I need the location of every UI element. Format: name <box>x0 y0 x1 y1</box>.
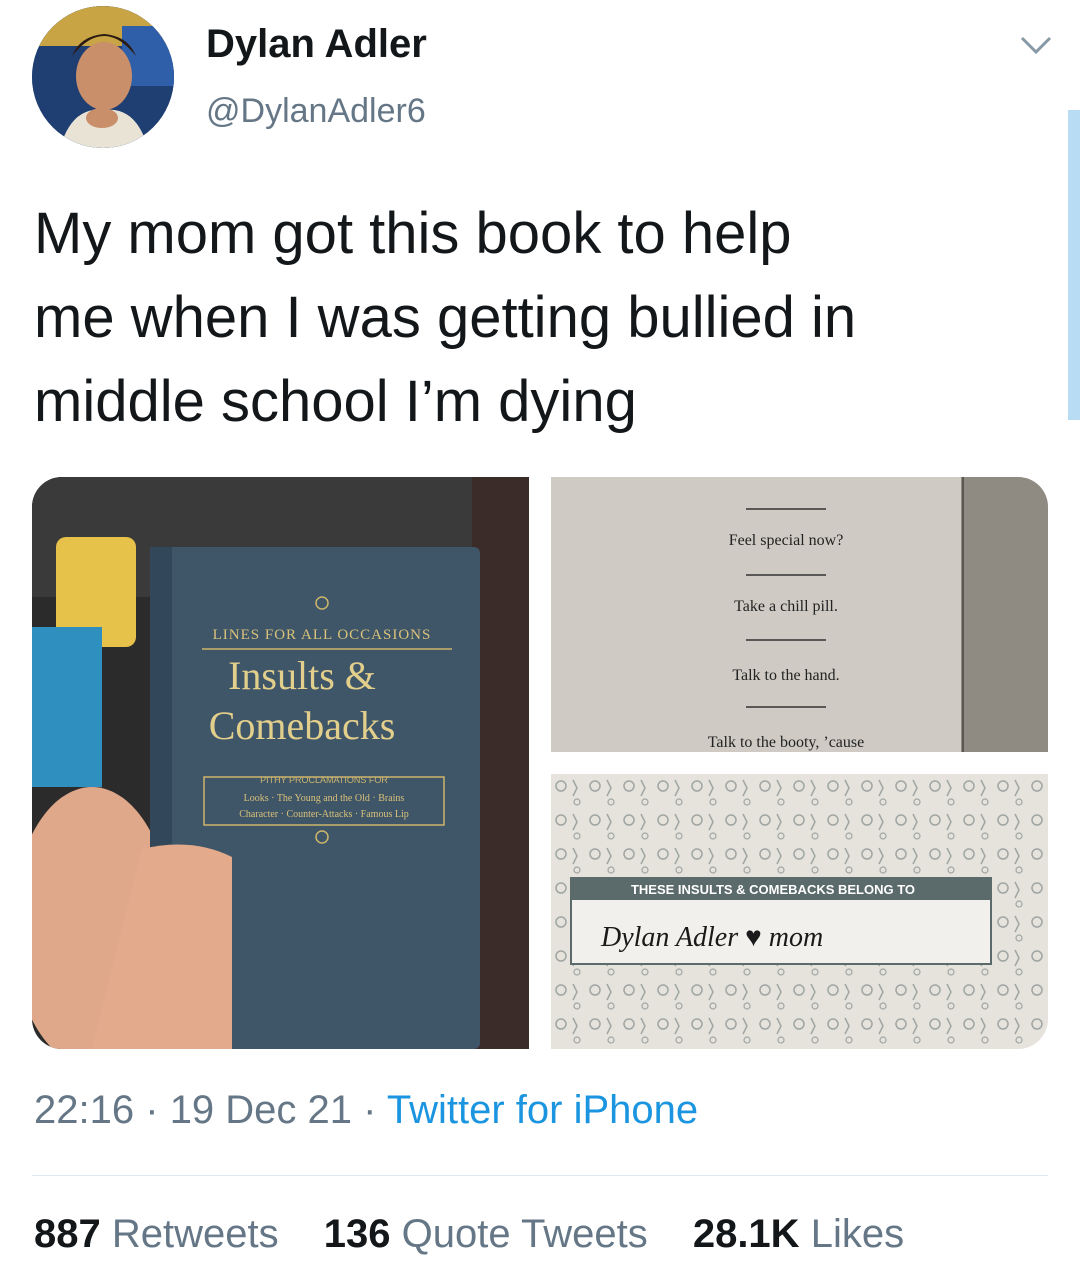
photo-bookplate[interactable]: THESE INSULTS & COMEBACKS BELONG TO Dyla… <box>551 774 1048 1049</box>
tweet-text: My mom got this book to help me when I w… <box>34 201 857 434</box>
book-subheading: PITHY PROCLAMATIONS FOR <box>260 775 388 785</box>
avatar[interactable] <box>32 6 174 148</box>
divider <box>32 1175 1048 1176</box>
photo-book-page[interactable]: Feel special now? Take a chill pill. Tal… <box>551 477 1048 752</box>
tweet-stats: 887 Retweets 136 Quote Tweets 28.1K Like… <box>34 1212 938 1257</box>
retweets-count: 887 <box>34 1212 101 1256</box>
page-line-1: Feel special now? <box>729 532 844 549</box>
tweet-time[interactable]: 22:16 <box>34 1088 134 1132</box>
photo-book-cover[interactable]: LINES FOR ALL OCCASIONS Insults & Comeba… <box>32 477 529 1049</box>
chevron-down-icon[interactable] <box>1016 30 1056 60</box>
tweet-date[interactable]: 19 Dec 21 <box>170 1088 352 1132</box>
book-title-line1: Insults & <box>228 653 376 698</box>
quotes-label: Quote Tweets <box>401 1212 648 1256</box>
author-handle[interactable]: @DylanAdler6 <box>206 92 426 131</box>
avatar-photo <box>32 6 174 148</box>
tweet-source-link[interactable]: Twitter for iPhone <box>387 1088 698 1132</box>
media-grid[interactable]: LINES FOR ALL OCCASIONS Insults & Comeba… <box>32 477 1048 1049</box>
author-name[interactable]: Dylan Adler <box>206 22 427 67</box>
separator-dot: · <box>145 1088 159 1132</box>
page-line-3: Talk to the hand. <box>732 667 839 684</box>
quotes-count: 136 <box>323 1212 391 1256</box>
likes-count: 28.1K <box>692 1212 800 1256</box>
separator-dot: · <box>363 1088 377 1132</box>
book-title-line2: Comebacks <box>209 703 396 748</box>
likes-stat[interactable]: 28.1K Likes <box>693 1212 904 1256</box>
page-line-2: Take a chill pill. <box>734 598 838 615</box>
tweet-meta: 22:16 · 19 Dec 21 · Twitter for iPhone <box>34 1088 698 1133</box>
likes-label: Likes <box>810 1212 905 1256</box>
scrollbar[interactable] <box>1068 110 1080 420</box>
retweets-stat[interactable]: 887 Retweets <box>34 1212 279 1256</box>
book-subline2: Character · Counter-Attacks · Famous Lip <box>239 809 408 820</box>
retweets-label: Retweets <box>111 1212 279 1256</box>
quote-tweets-stat[interactable]: 136 Quote Tweets <box>324 1212 648 1256</box>
page-line-4: Talk to the booty, ’cause <box>708 734 864 751</box>
bookplate-handwriting: Dylan Adler ♥ mom <box>600 922 823 953</box>
bookplate-caption: THESE INSULTS & COMEBACKS BELONG TO <box>631 882 915 897</box>
book-subline1: Looks · The Young and the Old · Brains <box>244 793 405 804</box>
book-banner: LINES FOR ALL OCCASIONS <box>213 627 432 643</box>
